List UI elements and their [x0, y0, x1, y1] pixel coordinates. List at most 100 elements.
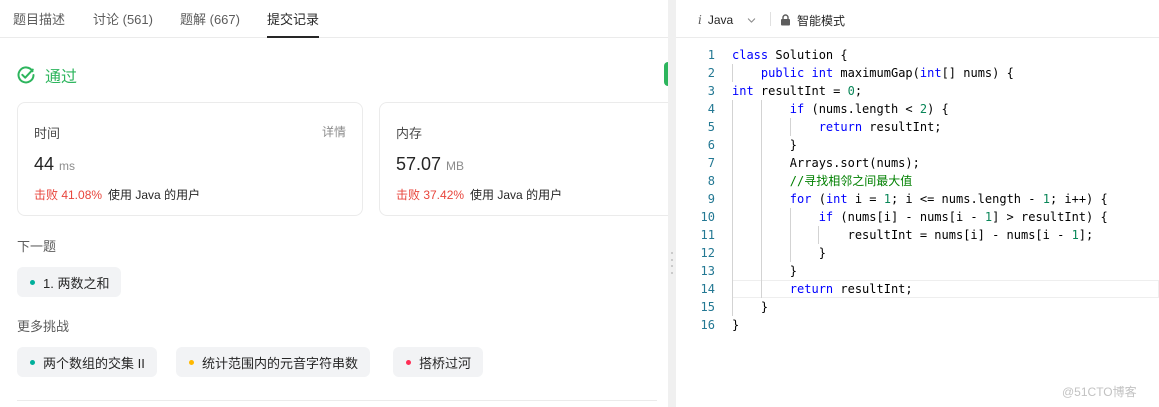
line-number: 12 [700, 246, 715, 260]
code-line[interactable]: 5 return resultInt; [676, 118, 1159, 136]
code-line[interactable]: 12 } [676, 244, 1159, 262]
submission-status: 通过 [16, 62, 77, 88]
language-select[interactable]: i Java [698, 11, 756, 29]
code-area[interactable]: 1 class Solution { 2 public int maximumGap… [676, 46, 1159, 334]
memory-number: 57.07 [396, 154, 442, 174]
line-number: 4 [707, 102, 715, 116]
challenge-chip[interactable]: 两个数组的交集 II [17, 347, 157, 377]
line-content: class Solution { [732, 48, 848, 62]
memory-beat-percent: 击败 37.42% [396, 188, 465, 202]
divider [17, 400, 657, 401]
runtime-label: 时间 [34, 126, 61, 141]
line-number: 8 [707, 174, 715, 188]
line-content: if (nums.length < 2) { [789, 102, 949, 116]
challenge-label: 搭桥过河 [419, 355, 472, 371]
line-content: } [732, 318, 740, 332]
code-line[interactable]: 10 if (nums[i] - nums[i - 1] > resultInt… [676, 208, 1159, 226]
submission-panel: 题目描述 讨论 (561) 题解 (667) 提交记录 通过 时间 详情 44 m… [0, 0, 668, 407]
line-content: //寻找相邻之间最大值 [789, 174, 913, 188]
runtime-number: 44 [34, 154, 55, 174]
runtime-beat-percent: 击败 41.08% [34, 188, 103, 202]
line-content: public int maximumGap(int[] nums) { [760, 66, 1014, 80]
code-line[interactable]: 2 public int maximumGap(int[] nums) { [676, 64, 1159, 82]
watermark: @51CTO博客 [1062, 385, 1137, 399]
chevron-down-icon [748, 17, 756, 23]
next-problem-chip[interactable]: 1. 两数之和 [17, 267, 122, 297]
next-problem-label: 1. 两数之和 [43, 275, 110, 291]
code-line[interactable]: 3 int resultInt = 0; [676, 82, 1159, 100]
language-label: Java [707, 13, 734, 27]
line-number: 1 [707, 48, 715, 62]
line-number: 14 [700, 282, 715, 296]
code-line[interactable]: 7 Arrays.sort(nums); [676, 154, 1159, 172]
runtime-detail-link[interactable]: 详情 [322, 123, 346, 140]
line-number: 13 [700, 264, 715, 278]
line-number: 16 [700, 318, 715, 332]
code-line[interactable]: 6 } [676, 136, 1159, 154]
challenge-label: 统计范围内的元音字符串数 [202, 355, 359, 371]
line-number: 6 [707, 138, 715, 152]
difficulty-dot [189, 359, 194, 365]
pane-resize-handle[interactable] [669, 252, 675, 274]
runtime-beat-suffix: 使用 Java 的用户 [108, 188, 201, 202]
tab-discussion[interactable]: 讨论 (561) [93, 0, 153, 38]
runtime-beat: 击败 41.08% 使用 Java 的用户 [34, 186, 200, 203]
check-circle-icon [17, 66, 35, 84]
next-problem-title: 下一题 [17, 239, 57, 254]
tab-description[interactable]: 题目描述 [13, 0, 65, 38]
mode-label: 智能模式 [797, 13, 846, 28]
challenge-chip[interactable]: 搭桥过河 [393, 347, 484, 377]
code-line[interactable]: 16} [676, 316, 1159, 334]
problem-tabs: 题目描述 讨论 (561) 题解 (667) 提交记录 [0, 0, 668, 38]
memory-value: 57.07 MB [396, 154, 464, 175]
lock-icon [781, 14, 790, 26]
line-number: 5 [707, 120, 715, 134]
tab-solutions[interactable]: 题解 (667) [180, 0, 240, 38]
line-content: for (int i = 1; i <= nums.length - 1; i+… [789, 192, 1108, 206]
difficulty-dot [30, 359, 35, 365]
line-content: } [732, 246, 826, 260]
line-content: } [732, 264, 798, 278]
line-content: int resultInt = 0; [732, 84, 863, 98]
runtime-unit: ms [59, 159, 76, 173]
code-line[interactable]: 4 if (nums.length < 2) { [676, 100, 1159, 118]
memory-card[interactable]: 内存 57.07 MB 击败 37.42% 使用 Java 的用户 [379, 102, 668, 216]
line-content: } [732, 300, 769, 314]
difficulty-dot [406, 359, 411, 365]
code-line[interactable]: 9 for (int i = 1; i <= nums.length - 1; … [676, 190, 1159, 208]
line-content: return resultInt; [789, 282, 913, 296]
code-line[interactable]: 13 } [676, 262, 1159, 280]
language-info-icon: i [698, 13, 702, 27]
line-number: 7 [707, 156, 715, 170]
code-line[interactable]: 8 //寻找相邻之间最大值 [676, 172, 1159, 190]
line-number: 9 [707, 192, 715, 206]
code-line[interactable]: 15 } [676, 298, 1159, 316]
toolbar-separator [770, 12, 771, 26]
line-number: 15 [700, 300, 715, 314]
line-content: return resultInt; [818, 120, 942, 134]
code-line[interactable]: 14 return resultInt; [676, 280, 1159, 298]
runtime-card[interactable]: 时间 详情 44 ms 击败 41.08% 使用 Java 的用户 [17, 102, 363, 216]
difficulty-dot [30, 279, 35, 285]
line-content: Arrays.sort(nums); [732, 156, 920, 170]
line-number: 3 [707, 84, 715, 98]
more-challenges-title: 更多挑战 [17, 319, 70, 334]
memory-beat: 击败 37.42% 使用 Java 的用户 [396, 186, 562, 203]
line-number: 2 [707, 66, 715, 80]
memory-label: 内存 [396, 126, 423, 141]
code-line[interactable]: 1 class Solution { [676, 46, 1159, 64]
memory-beat-suffix: 使用 Java 的用户 [470, 188, 563, 202]
code-line[interactable]: 11 resultInt = nums[i] - nums[i - 1]; [676, 226, 1159, 244]
line-content: } [732, 138, 798, 152]
memory-unit: MB [446, 159, 465, 173]
smart-mode-toggle[interactable]: 智能模式 [780, 11, 845, 29]
challenge-label: 两个数组的交集 II [43, 355, 145, 371]
line-number: 10 [700, 210, 715, 224]
editor-toolbar: i Java 智能模式 [676, 0, 1159, 38]
status-action-button[interactable] [664, 62, 668, 86]
status-text: 通过 [45, 69, 78, 86]
challenge-chip[interactable]: 统计范围内的元音字符串数 [176, 347, 371, 377]
line-content: resultInt = nums[i] - nums[i - 1]; [732, 228, 1094, 242]
line-number: 11 [700, 228, 715, 242]
tab-submissions[interactable]: 提交记录 [267, 0, 320, 38]
